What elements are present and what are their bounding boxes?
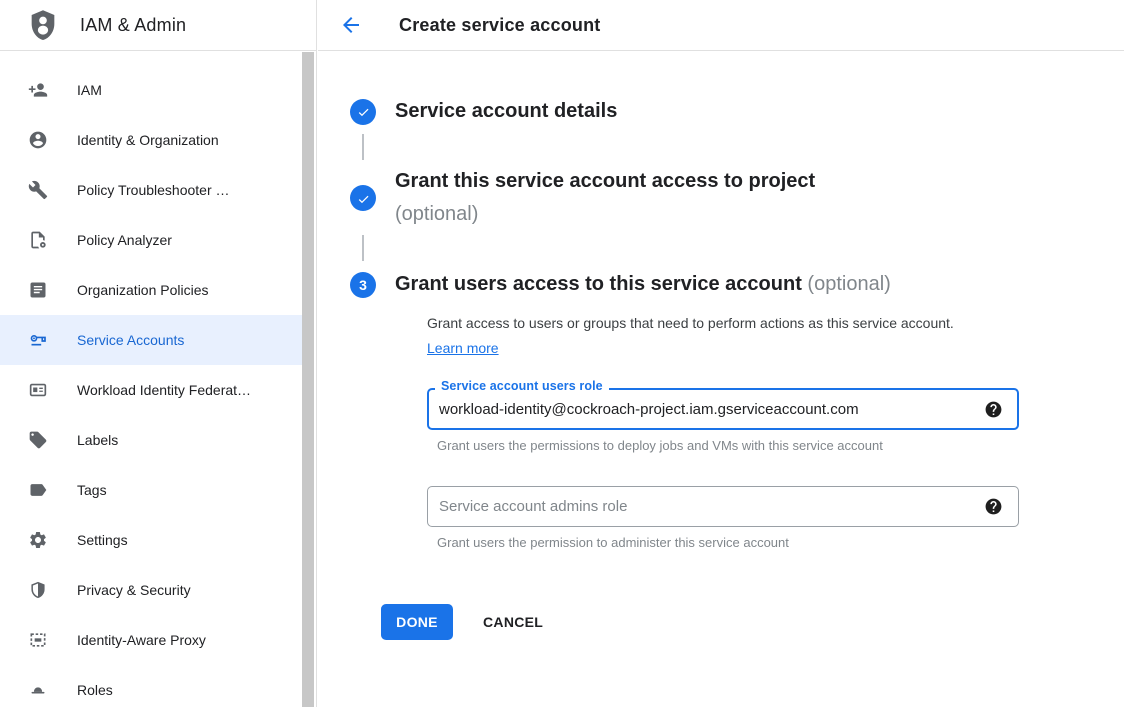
- card-icon: [28, 380, 48, 400]
- help-icon[interactable]: [984, 400, 1003, 419]
- users-role-field: [427, 388, 1019, 430]
- step-complete-check-icon: [350, 99, 376, 125]
- sidebar-item-settings[interactable]: Settings: [0, 515, 302, 565]
- sidebar-item-label: Settings: [77, 532, 128, 548]
- back-arrow-icon[interactable]: [339, 13, 363, 37]
- done-button[interactable]: DONE: [381, 604, 453, 640]
- step-grant-users-access[interactable]: 3 Grant users access to this service acc…: [350, 268, 1124, 301]
- sidebar-item-roles[interactable]: Roles: [0, 665, 302, 707]
- service-account-icon: [28, 330, 48, 350]
- step3-description: Grant access to users or groups that nee…: [427, 311, 987, 361]
- sidebar-item-tags[interactable]: Tags: [0, 465, 302, 515]
- sidebar-scrollbar-thumb[interactable]: [302, 52, 314, 707]
- sidebar-item-label: IAM: [77, 82, 102, 98]
- sidebar-item-label: Policy Analyzer: [77, 232, 172, 248]
- sidebar-item-label: Workload Identity Federat…: [77, 382, 251, 398]
- main-panel: Create service account Service account d…: [318, 0, 1124, 707]
- users-role-field-wrap: Service account users role: [427, 388, 1019, 430]
- sidebar-item-workload-identity-federation[interactable]: Workload Identity Federat…: [0, 365, 302, 415]
- stepper: Service account details Grant this servi…: [350, 95, 1124, 640]
- sidebar-item-identity-aware-proxy[interactable]: Identity-Aware Proxy: [0, 615, 302, 665]
- sidebar-item-policy-analyzer[interactable]: Policy Analyzer: [0, 215, 302, 265]
- step-title: Grant users access to this service accou…: [395, 268, 891, 301]
- sidebar: IAM & Admin IAM Identity & Organization …: [0, 0, 317, 707]
- gear-icon: [28, 530, 48, 550]
- sidebar-item-organization-policies[interactable]: Organization Policies: [0, 265, 302, 315]
- policy-analyzer-icon: [28, 230, 48, 250]
- step-service-account-details[interactable]: Service account details: [350, 95, 1124, 128]
- sidebar-item-identity-organization[interactable]: Identity & Organization: [0, 115, 302, 165]
- admins-role-input[interactable]: [439, 498, 974, 515]
- step-grant-access-to-project[interactable]: Grant this service account access to pro…: [350, 165, 1124, 231]
- step3-actions: DONE CANCEL: [381, 604, 1124, 640]
- cancel-button[interactable]: CANCEL: [483, 614, 543, 630]
- learn-more-link[interactable]: Learn more: [427, 340, 499, 356]
- users-role-helper-text: Grant users the permissions to deploy jo…: [437, 438, 1124, 453]
- app-title: IAM & Admin: [80, 15, 186, 36]
- step3-body: Grant access to users or groups that nee…: [427, 311, 1124, 550]
- step-title: Service account details: [395, 95, 617, 128]
- sidebar-item-label: Roles: [77, 682, 113, 698]
- page-title: Create service account: [399, 15, 601, 36]
- sidebar-item-label: Identity-Aware Proxy: [77, 632, 206, 648]
- sidebar-item-privacy-security[interactable]: Privacy & Security: [0, 565, 302, 615]
- users-role-field-label: Service account users role: [435, 379, 609, 393]
- sidebar-item-labels[interactable]: Labels: [0, 415, 302, 465]
- sidebar-item-policy-troubleshooter[interactable]: Policy Troubleshooter …: [0, 165, 302, 215]
- sidebar-item-label: Privacy & Security: [77, 582, 191, 598]
- sidebar-item-label: Labels: [77, 432, 118, 448]
- document-lines-icon: [28, 280, 48, 300]
- sidebar-item-label: Service Accounts: [77, 332, 184, 348]
- person-add-icon: [28, 80, 48, 100]
- sidebar-item-label: Organization Policies: [77, 282, 209, 298]
- help-icon[interactable]: [984, 497, 1003, 516]
- iam-admin-shield-icon: [26, 5, 60, 45]
- step-title: Grant this service account access to pro…: [395, 165, 815, 231]
- sidebar-item-iam[interactable]: IAM: [0, 65, 302, 115]
- sidebar-item-label: Identity & Organization: [77, 132, 219, 148]
- step-connector: [362, 134, 364, 160]
- sidebar-nav: IAM Identity & Organization Policy Troub…: [0, 51, 302, 707]
- sidebar-item-label: Policy Troubleshooter …: [77, 182, 230, 198]
- sidebar-header: IAM & Admin: [0, 0, 316, 51]
- users-role-input[interactable]: [439, 401, 974, 418]
- hat-icon: [28, 680, 48, 700]
- label-icon: [28, 430, 48, 450]
- step-title-line: Grant this service account access to pro…: [395, 165, 815, 198]
- step-optional-label: (optional): [395, 198, 815, 231]
- account-circle-icon: [28, 130, 48, 150]
- content: Service account details Grant this servi…: [318, 95, 1124, 640]
- sidebar-item-label: Tags: [77, 482, 107, 498]
- step-complete-check-icon: [350, 185, 376, 211]
- admins-role-helper-text: Grant users the permission to administer…: [437, 535, 1124, 550]
- admins-role-field-wrap: [427, 486, 1019, 527]
- page-header: Create service account: [318, 0, 1124, 51]
- admins-role-field: [427, 486, 1019, 527]
- wrench-icon: [28, 180, 48, 200]
- sidebar-item-service-accounts[interactable]: Service Accounts: [0, 315, 302, 365]
- step-number-badge: 3: [350, 272, 376, 298]
- step-optional-label: (optional): [807, 273, 890, 295]
- proxy-icon: [28, 630, 48, 650]
- shield-half-icon: [28, 580, 48, 600]
- tag-arrow-icon: [28, 480, 48, 500]
- step-connector: [362, 235, 364, 261]
